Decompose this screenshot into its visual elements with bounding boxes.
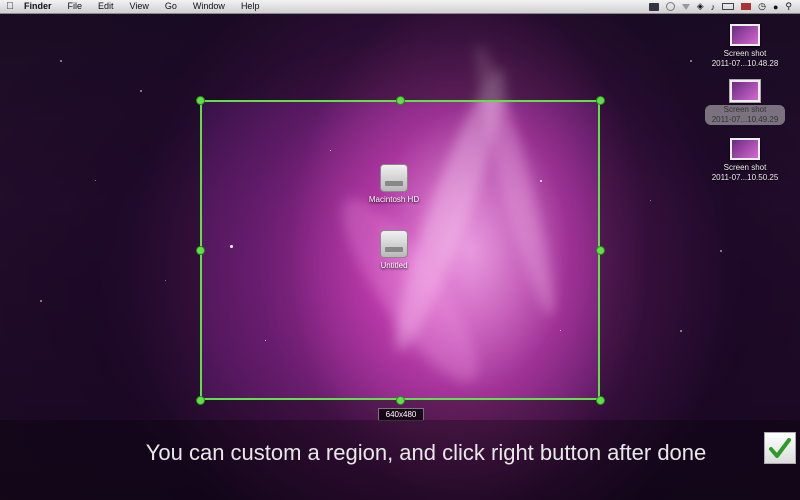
dim-overlay [0, 14, 800, 100]
screenshot-file[interactable]: Screen shot 2011-07...10.48.28 [705, 24, 785, 69]
selection-region[interactable] [200, 100, 600, 400]
menu-extras: ◈ ♪ ◷ ● ⚲ [648, 1, 800, 12]
file-date: 2011-07...10.50.25 [711, 173, 779, 182]
file-name: Screen shot [723, 105, 767, 114]
screenshot-file-selected[interactable]: Screen shot 2011-07...10.49.29 [705, 79, 785, 125]
flag-icon[interactable] [741, 3, 752, 10]
resize-handle-right[interactable] [596, 246, 605, 255]
apple-icon[interactable]:  [0, 1, 20, 12]
screenshot-thumbnail-icon [729, 79, 761, 103]
resize-handle-top-right[interactable] [596, 96, 605, 105]
resize-handle-top-left[interactable] [196, 96, 205, 105]
screenshot-thumbnail-icon [730, 138, 760, 160]
menu-go[interactable]: Go [157, 0, 185, 13]
resize-handle-left[interactable] [196, 246, 205, 255]
menu-view[interactable]: View [122, 0, 157, 13]
spotlight-icon[interactable]: ⚲ [785, 1, 792, 12]
menu-window[interactable]: Window [185, 0, 233, 13]
file-date: 2011-07...10.48.28 [711, 59, 779, 68]
checkmark-icon [769, 438, 791, 458]
menu-file[interactable]: File [60, 0, 91, 13]
resize-handle-top[interactable] [396, 96, 405, 105]
bluetooth-icon[interactable] [681, 3, 690, 10]
file-date: 2011-07...10.49.29 [711, 115, 779, 124]
user-icon[interactable]: ● [773, 2, 778, 12]
menu-help[interactable]: Help [233, 0, 268, 13]
file-name: Screen shot [723, 163, 767, 172]
volume-icon[interactable]: ♪ [711, 2, 716, 12]
resize-handle-bottom-left[interactable] [196, 396, 205, 405]
screenshot-thumbnail-icon [730, 24, 760, 46]
clock-icon[interactable]: ◷ [758, 1, 766, 12]
menu-bar:  Finder File Edit View Go Window Help ◈… [0, 0, 800, 14]
screenshot-file[interactable]: Screen shot 2011-07...10.50.25 [705, 138, 785, 183]
file-name: Screen shot [723, 49, 767, 58]
dim-overlay [0, 100, 200, 400]
time-machine-icon[interactable] [665, 2, 675, 11]
resize-handle-bottom[interactable] [396, 396, 405, 405]
hint-text: You can custom a region, and click right… [145, 440, 707, 465]
resize-handle-bottom-right[interactable] [596, 396, 605, 405]
screenshot-app-icon[interactable] [648, 2, 659, 11]
wifi-icon[interactable]: ◈ [697, 1, 704, 12]
menu-edit[interactable]: Edit [90, 0, 122, 13]
menu-app-name[interactable]: Finder [20, 0, 60, 13]
done-button[interactable] [764, 432, 796, 464]
battery-icon[interactable] [722, 3, 735, 10]
